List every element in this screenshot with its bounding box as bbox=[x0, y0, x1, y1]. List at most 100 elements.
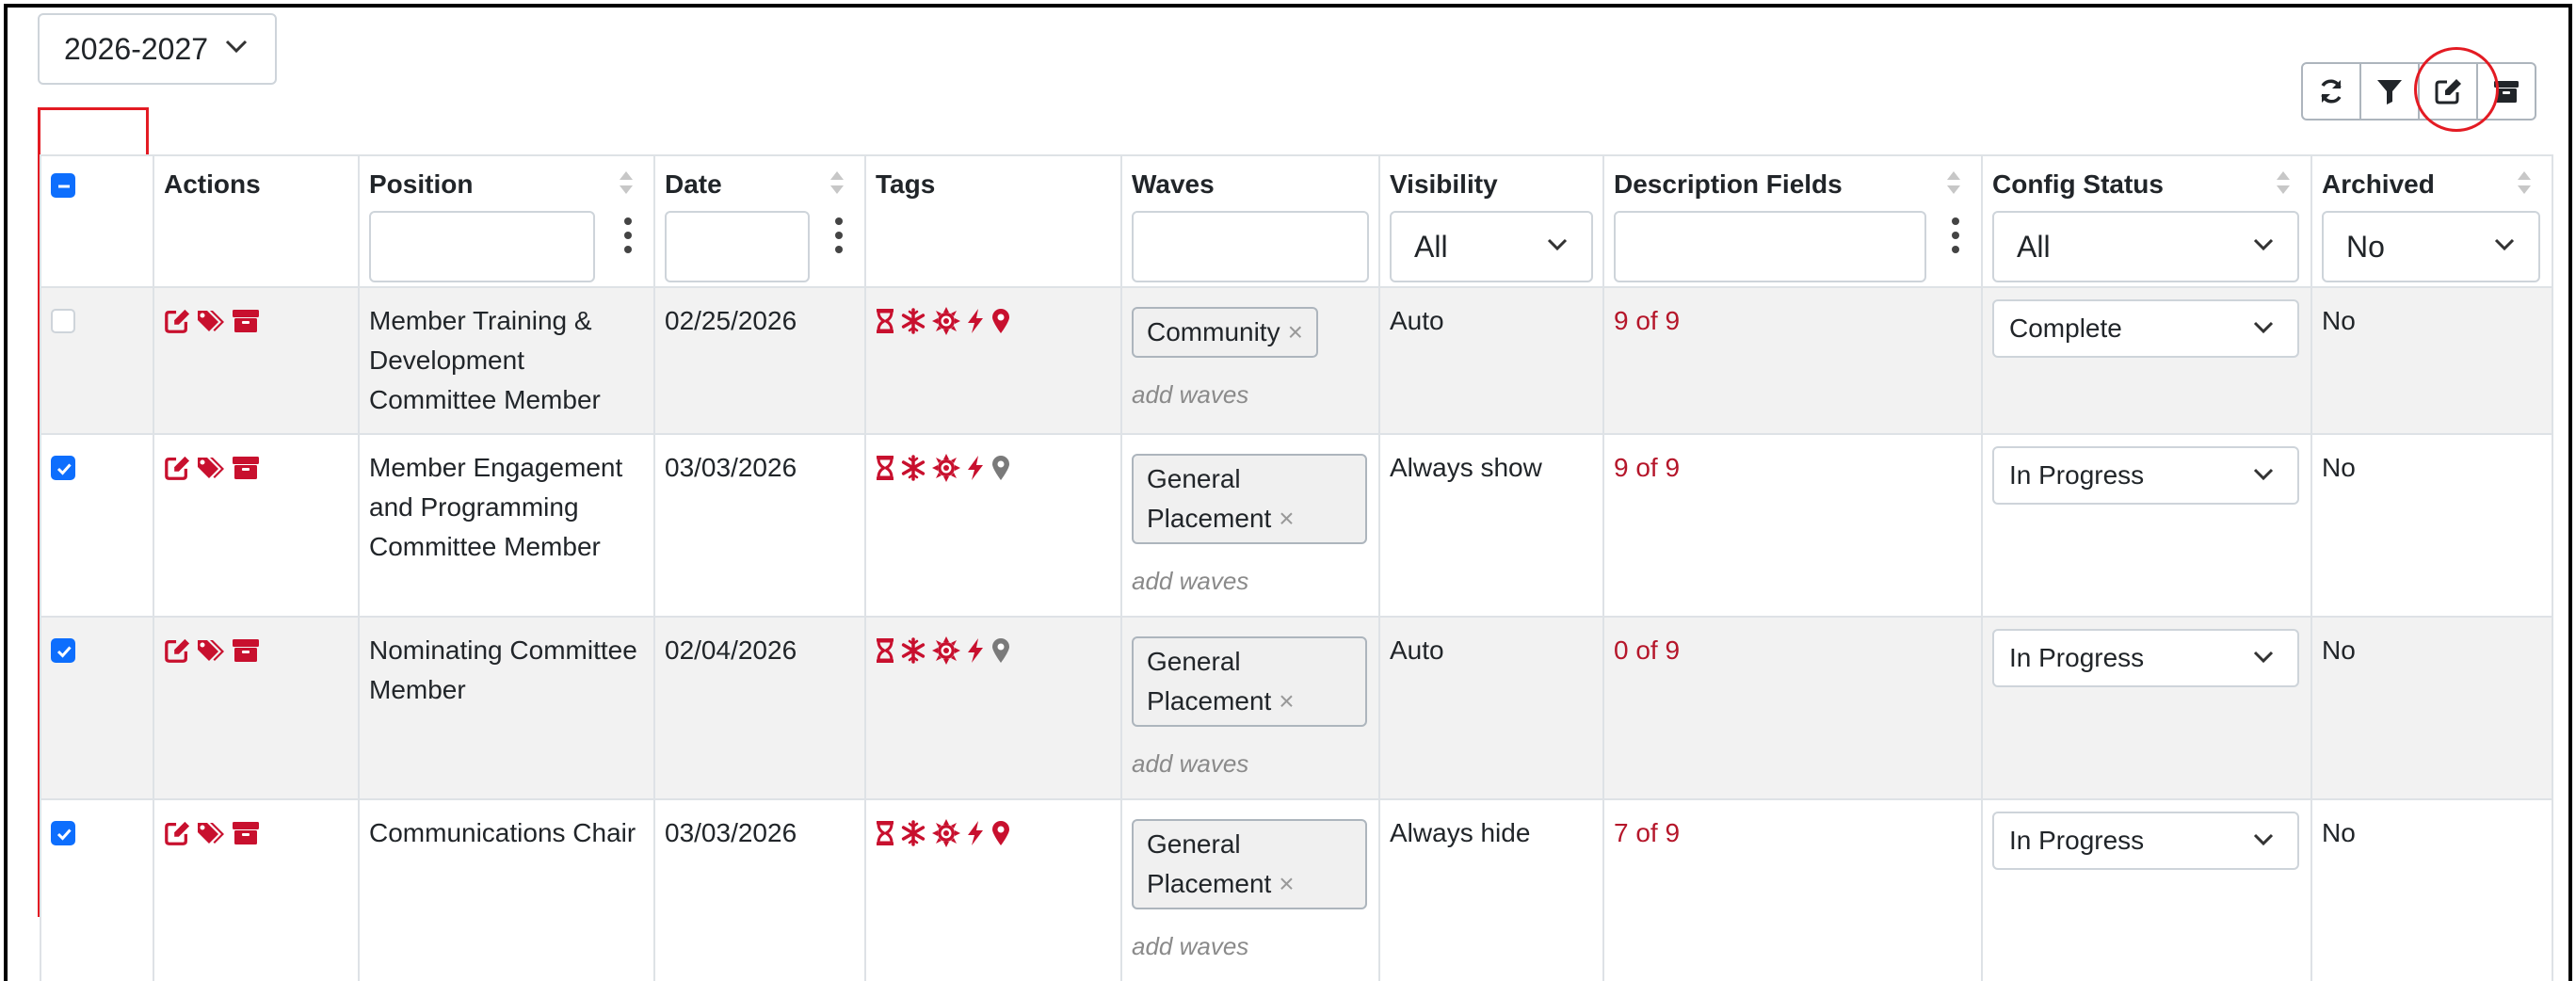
remove-wave-icon[interactable]: × bbox=[1288, 317, 1303, 346]
position-date: 02/25/2026 bbox=[665, 306, 797, 335]
row-tags-cell bbox=[864, 433, 1122, 618]
chevron-down-icon bbox=[2253, 833, 2274, 846]
archive-icon[interactable] bbox=[232, 308, 260, 334]
bulk-edit-button[interactable] bbox=[2418, 62, 2478, 121]
archive-button[interactable] bbox=[2476, 62, 2536, 121]
date-header-label[interactable]: Date bbox=[665, 169, 722, 199]
actions-header: Actions bbox=[153, 154, 360, 288]
waves-header-label: Waves bbox=[1132, 169, 1215, 199]
visibility-filter-value: All bbox=[1414, 229, 1448, 264]
row-actions-cell bbox=[153, 286, 360, 435]
column-menu-icon[interactable] bbox=[834, 217, 844, 254]
date-header: Date bbox=[653, 154, 866, 288]
archived-filter-select[interactable]: No bbox=[2322, 211, 2540, 282]
visibility-value: Auto bbox=[1390, 635, 1444, 665]
archive-icon[interactable] bbox=[232, 455, 260, 481]
row-checkbox[interactable] bbox=[51, 638, 75, 663]
archive-icon[interactable] bbox=[232, 637, 260, 664]
row-select-cell bbox=[40, 798, 154, 981]
config-status-select[interactable]: In Progress bbox=[1992, 629, 2299, 687]
config-status-value: In Progress bbox=[2009, 643, 2145, 672]
sort-icon[interactable] bbox=[829, 169, 845, 196]
tag-icon[interactable] bbox=[196, 455, 226, 481]
sort-icon[interactable] bbox=[2275, 169, 2292, 196]
sort-icon[interactable] bbox=[2516, 169, 2533, 196]
description-fields-filter-input[interactable] bbox=[1614, 211, 1926, 282]
add-waves-input[interactable]: add waves bbox=[1132, 375, 1369, 414]
row-position-cell: Communications Chair bbox=[358, 798, 655, 981]
row-config-status-cell: Complete bbox=[1981, 286, 2312, 435]
refresh-button[interactable] bbox=[2301, 62, 2361, 121]
select-all-checkbox[interactable] bbox=[51, 173, 75, 198]
hourglass-icon bbox=[876, 820, 894, 846]
refresh-icon bbox=[2321, 79, 2342, 104]
config-status-filter-select[interactable]: All bbox=[1992, 211, 2299, 282]
edit-icon[interactable] bbox=[164, 308, 190, 334]
visibility-filter-select[interactable]: All bbox=[1390, 211, 1593, 282]
position-filter-input[interactable] bbox=[369, 211, 595, 282]
sun-icon bbox=[932, 819, 960, 847]
config-status-select[interactable]: Complete bbox=[1992, 299, 2299, 358]
row-description-fields-cell: 7 of 9 bbox=[1602, 798, 1983, 981]
archive-icon[interactable] bbox=[232, 820, 260, 846]
location-pin-icon bbox=[990, 308, 1011, 334]
tag-icon[interactable] bbox=[196, 308, 226, 334]
visibility-header: Visibility All bbox=[1378, 154, 1604, 288]
hourglass-icon bbox=[876, 455, 894, 481]
config-status-select[interactable]: In Progress bbox=[1992, 446, 2299, 505]
bolt-icon bbox=[966, 820, 985, 846]
row-select-cell bbox=[40, 433, 154, 618]
chevron-down-icon bbox=[2253, 651, 2274, 664]
sun-icon bbox=[932, 454, 960, 482]
year-selector-value: 2026-2027 bbox=[64, 31, 209, 66]
row-archived-cell: No bbox=[2310, 798, 2553, 981]
snowflake-icon bbox=[900, 455, 926, 481]
row-waves-cell: General Placement × add waves bbox=[1120, 798, 1380, 981]
position-name: Member Engagement and Programming Commit… bbox=[369, 453, 623, 561]
sun-icon bbox=[932, 636, 960, 665]
visibility-header-label: Visibility bbox=[1390, 169, 1498, 199]
column-menu-icon[interactable] bbox=[623, 217, 633, 254]
visibility-value: Always hide bbox=[1390, 818, 1531, 847]
description-fields-header-label[interactable]: Description Fields bbox=[1614, 169, 1843, 199]
row-checkbox[interactable] bbox=[51, 456, 75, 480]
edit-icon[interactable] bbox=[164, 637, 190, 664]
remove-wave-icon[interactable]: × bbox=[1279, 686, 1294, 716]
sort-icon[interactable] bbox=[618, 169, 635, 196]
row-tags-cell bbox=[864, 798, 1122, 981]
tags-header-label: Tags bbox=[876, 169, 936, 199]
date-filter-input[interactable] bbox=[665, 211, 810, 282]
row-date-cell: 03/03/2026 bbox=[653, 433, 866, 618]
waves-filter-input[interactable] bbox=[1132, 211, 1369, 282]
position-date: 03/03/2026 bbox=[665, 818, 797, 847]
add-waves-input[interactable]: add waves bbox=[1132, 926, 1369, 966]
remove-wave-icon[interactable]: × bbox=[1279, 504, 1294, 533]
row-checkbox[interactable] bbox=[51, 309, 75, 333]
row-select-cell bbox=[40, 616, 154, 800]
chevron-down-icon bbox=[225, 40, 248, 54]
position-header-label[interactable]: Position bbox=[369, 169, 473, 199]
archived-header-label[interactable]: Archived bbox=[2322, 169, 2435, 199]
config-status-header-label[interactable]: Config Status bbox=[1992, 169, 2164, 199]
column-menu-icon[interactable] bbox=[1951, 217, 1960, 254]
year-selector[interactable]: 2026-2027 bbox=[38, 13, 277, 85]
remove-wave-icon[interactable]: × bbox=[1279, 869, 1294, 898]
visibility-value: Auto bbox=[1390, 306, 1444, 335]
row-checkbox[interactable] bbox=[51, 821, 75, 845]
tag-icon[interactable] bbox=[196, 637, 226, 664]
tag-icon[interactable] bbox=[196, 820, 226, 846]
filter-button[interactable] bbox=[2359, 62, 2420, 121]
sort-icon[interactable] bbox=[1945, 169, 1962, 196]
add-waves-input[interactable]: add waves bbox=[1132, 561, 1369, 601]
position-header: Position bbox=[358, 154, 655, 288]
description-fields-count: 7 of 9 bbox=[1614, 818, 1681, 847]
archived-value: No bbox=[2322, 453, 2356, 482]
row-archived-cell: No bbox=[2310, 433, 2553, 618]
sun-icon bbox=[932, 307, 960, 335]
add-waves-input[interactable]: add waves bbox=[1132, 744, 1369, 783]
edit-icon[interactable] bbox=[164, 455, 190, 481]
chevron-down-icon bbox=[2253, 321, 2274, 334]
edit-icon[interactable] bbox=[164, 820, 190, 846]
config-status-select[interactable]: In Progress bbox=[1992, 812, 2299, 870]
chevron-down-icon bbox=[1547, 238, 1568, 251]
